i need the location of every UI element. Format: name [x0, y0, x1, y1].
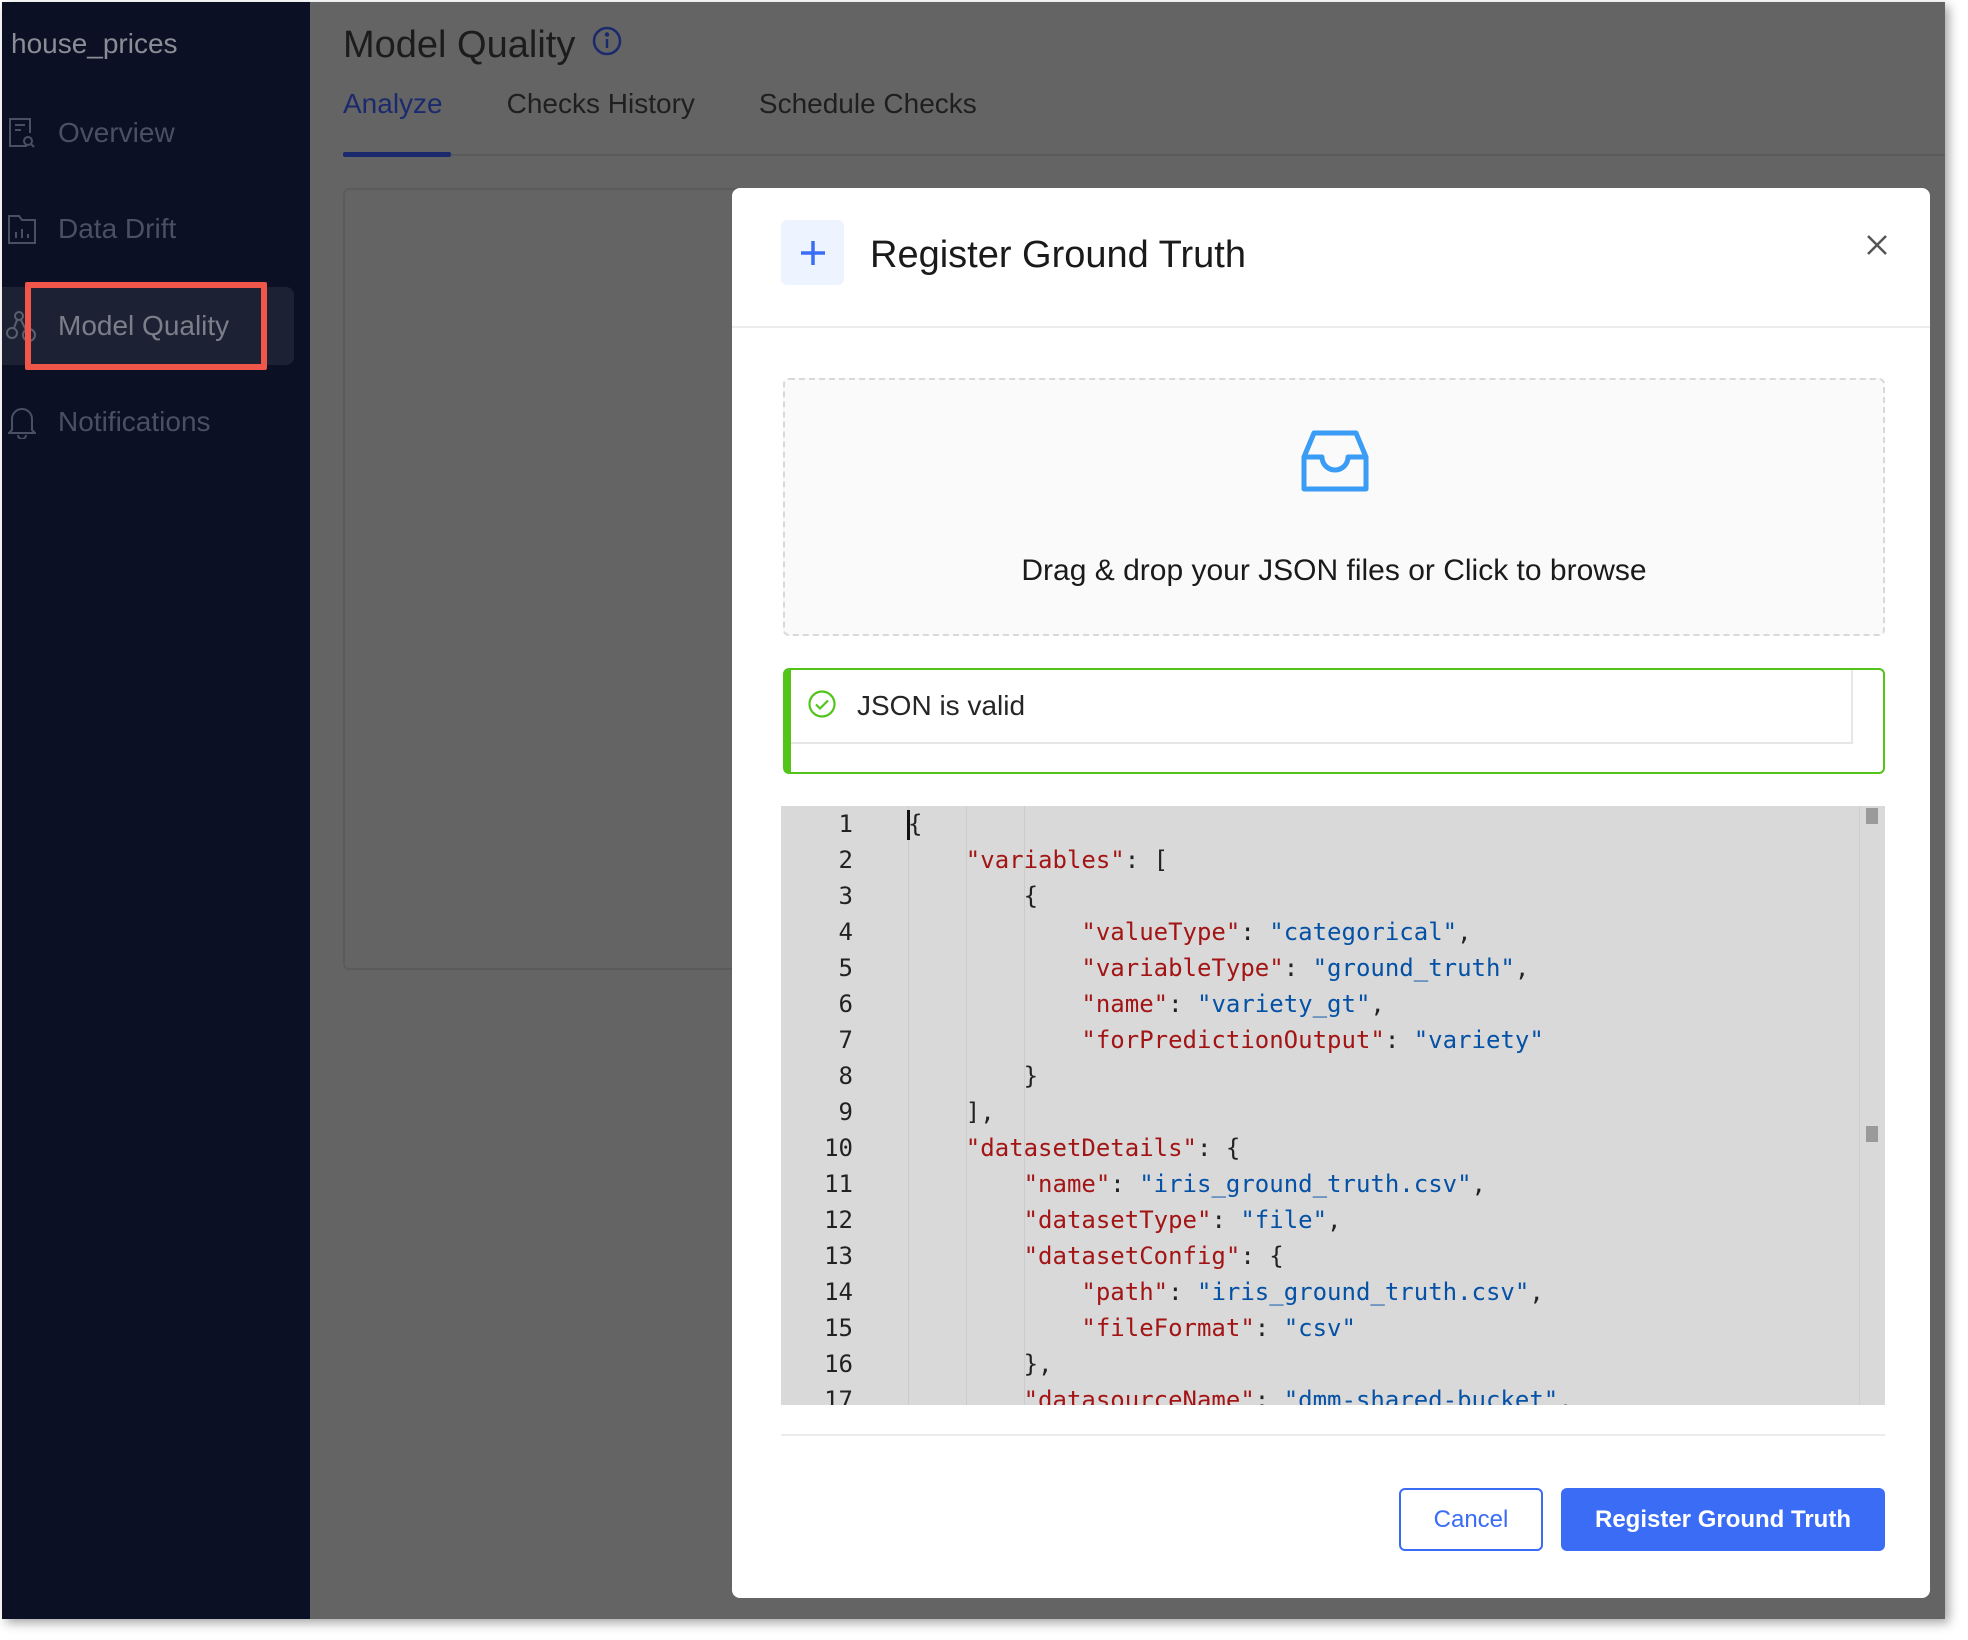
page-title: Model Quality — [343, 24, 623, 67]
plus-icon — [781, 220, 844, 285]
line-number: 7 — [838, 1026, 853, 1054]
editor-scrollbar[interactable] — [1859, 806, 1885, 1405]
line-number: 3 — [838, 882, 853, 910]
line-number: 9 — [838, 1098, 853, 1126]
check-circle-icon — [807, 689, 837, 724]
code-line: 7 "forPredictionOutput": "variety" — [781, 1022, 1859, 1058]
bell-icon — [4, 404, 40, 440]
code-text: "variables": [ — [965, 846, 1169, 874]
tab-divider — [343, 154, 1945, 156]
sidebar-item-label: Notifications — [58, 406, 211, 437]
file-dropzone[interactable]: Drag & drop your JSON files or Click to … — [783, 378, 1885, 636]
sidebar-item-data-drift[interactable]: Data Drift — [2, 190, 294, 268]
modal-title: Register Ground Truth — [870, 234, 1246, 276]
highlight-box — [25, 282, 267, 370]
code-line: 3 { — [781, 878, 1859, 914]
scroll-marker — [1866, 1126, 1878, 1142]
code-line: 10 "datasetDetails": { — [781, 1130, 1859, 1166]
line-number: 2 — [838, 846, 853, 874]
code-line: 17 "datasourceName": "dmm-shared-bucket"… — [781, 1382, 1859, 1405]
active-tab-indicator — [343, 152, 451, 157]
modal-header: Register Ground Truth — [732, 188, 1930, 328]
line-number: 4 — [838, 918, 853, 946]
sidebar-item-label: Overview — [58, 117, 175, 148]
line-number: 14 — [824, 1278, 853, 1306]
close-icon[interactable] — [1860, 228, 1894, 262]
code-text: "name": "iris_ground_truth.csv", — [1023, 1170, 1486, 1198]
line-number: 16 — [824, 1350, 853, 1378]
code-text: "fileFormat": "csv" — [1081, 1314, 1356, 1342]
footer-divider — [781, 1434, 1885, 1436]
code-text: "valueType": "categorical", — [1081, 918, 1472, 946]
code-text: "datasetConfig": { — [1023, 1242, 1284, 1270]
code-line: 2 "variables": [ — [781, 842, 1859, 878]
sidebar-item-label: Data Drift — [58, 213, 177, 244]
line-number: 15 — [824, 1314, 853, 1342]
line-number: 13 — [824, 1242, 853, 1270]
register-ground-truth-modal: Register Ground Truth Drag & drop your J… — [732, 188, 1930, 1598]
sidebar: house_prices Overview Data Drift Model Q… — [2, 2, 310, 1619]
alert-text: JSON is valid — [857, 690, 1026, 721]
code-text: "name": "variety_gt", — [1081, 990, 1385, 1018]
code-text: "datasourceName": "dmm-shared-bucket", — [1023, 1386, 1573, 1405]
tab-schedule-checks[interactable]: Schedule Checks — [759, 88, 977, 120]
line-number: 10 — [824, 1134, 853, 1162]
code-text: "path": "iris_ground_truth.csv", — [1081, 1278, 1544, 1306]
code-line: 15 "fileFormat": "csv" — [781, 1310, 1859, 1346]
bar-chart-file-icon — [4, 211, 40, 247]
inbox-icon — [1298, 425, 1372, 504]
line-number: 1 — [838, 810, 853, 838]
cancel-button[interactable]: Cancel — [1399, 1488, 1543, 1551]
page-title-text: Model Quality — [343, 24, 576, 66]
code-text: "datasetType": "file", — [1023, 1206, 1342, 1234]
code-text: { — [908, 810, 923, 838]
code-line: 12 "datasetType": "file", — [781, 1202, 1859, 1238]
code-line: 13 "datasetConfig": { — [781, 1238, 1859, 1274]
project-name: house_prices — [11, 28, 178, 59]
tab-analyze[interactable]: Analyze — [343, 88, 443, 120]
code-line: 6 "name": "variety_gt", — [781, 986, 1859, 1022]
text-cursor — [907, 810, 910, 840]
info-circle-icon[interactable] — [591, 24, 623, 67]
code-line: 16 }, — [781, 1346, 1859, 1382]
scroll-thumb[interactable] — [1866, 808, 1878, 824]
line-number: 6 — [838, 990, 853, 1018]
line-number: 8 — [838, 1062, 853, 1090]
code-line: 8 } — [781, 1058, 1859, 1094]
code-line: 4 "valueType": "categorical", — [781, 914, 1859, 950]
code-text: { — [908, 882, 1039, 910]
code-line: 9 ], — [781, 1094, 1859, 1130]
tab-checks-history[interactable]: Checks History — [507, 88, 695, 120]
register-ground-truth-button[interactable]: Register Ground Truth — [1561, 1488, 1885, 1551]
sidebar-item-notifications[interactable]: Notifications — [2, 383, 294, 461]
code-text: ], — [908, 1098, 995, 1126]
app-window: house_prices Overview Data Drift Model Q… — [2, 2, 1945, 1619]
code-text: "forPredictionOutput": "variety" — [1081, 1026, 1544, 1054]
code-line: 14 "path": "iris_ground_truth.csv", — [781, 1274, 1859, 1310]
code-line: 5 "variableType": "ground_truth", — [781, 950, 1859, 986]
code-text: }, — [908, 1350, 1053, 1378]
sidebar-item-overview[interactable]: Overview — [2, 94, 294, 172]
code-line: 1{ — [781, 806, 1859, 842]
dropzone-text: Drag & drop your JSON files or Click to … — [1021, 554, 1647, 587]
code-line: 11 "name": "iris_ground_truth.csv", — [781, 1166, 1859, 1202]
line-number: 17 — [824, 1386, 853, 1405]
code-text: "datasetDetails": { — [965, 1134, 1241, 1162]
line-number: 11 — [824, 1170, 853, 1198]
validation-alert: JSON is valid — [783, 668, 1885, 774]
code-text: "variableType": "ground_truth", — [1081, 954, 1530, 982]
line-number: 5 — [838, 954, 853, 982]
tab-bar: Analyze Checks History Schedule Checks — [343, 88, 977, 120]
json-editor[interactable]: 1{2 "variables": [3 {4 "valueType": "cat… — [781, 806, 1885, 1405]
code-text: } — [908, 1062, 1039, 1090]
line-number: 12 — [824, 1206, 853, 1234]
document-search-icon — [4, 115, 40, 151]
